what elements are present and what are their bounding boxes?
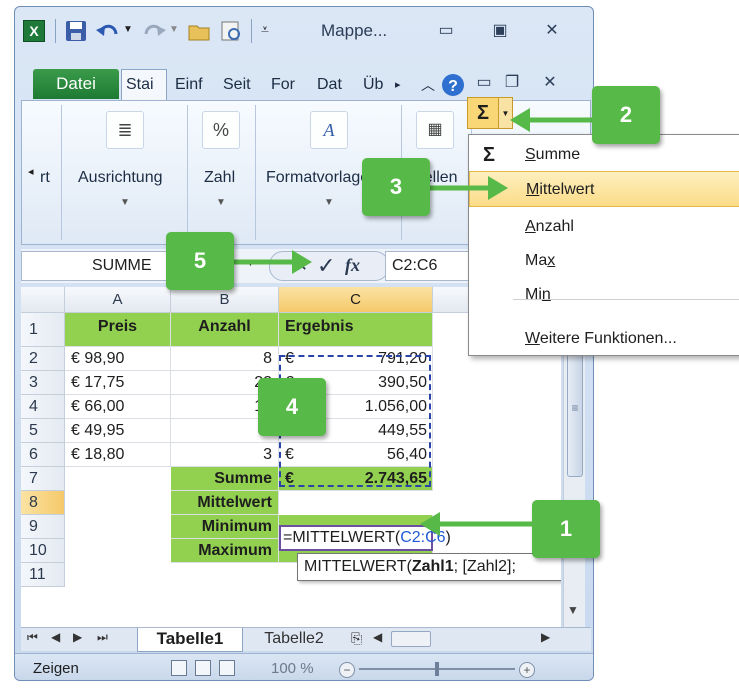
callout-3: 3	[362, 158, 430, 216]
callout-5: 5	[166, 232, 234, 290]
callout-2: 2	[592, 86, 660, 144]
callout-4: 4	[258, 378, 326, 436]
